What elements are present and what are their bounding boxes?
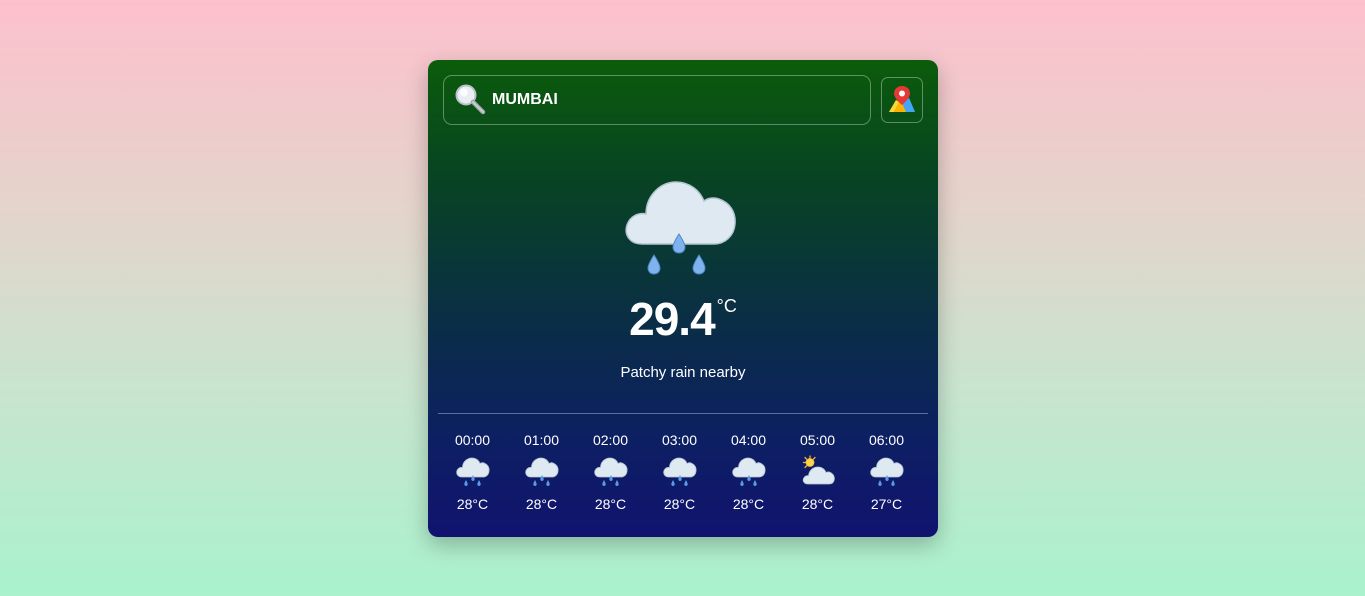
hourly-item: 04:00 28°C <box>714 430 783 514</box>
hour-temp: 28°C <box>801 496 834 512</box>
rain-icon <box>662 457 696 486</box>
hour-time: 04:00 <box>730 432 767 448</box>
hour-temp: 28°C <box>594 496 627 512</box>
current-temperature: 29.4 °C <box>428 292 938 346</box>
hourly-item: 00:00 28°C <box>438 430 507 514</box>
temperature-value: 29.4 <box>629 293 716 345</box>
partly-cloudy-icon <box>802 455 835 485</box>
rain-icon <box>455 457 489 486</box>
rain-icon <box>869 457 903 486</box>
hourly-item: 03:00 28°C <box>645 430 714 514</box>
hour-temp: 28°C <box>525 496 558 512</box>
divider <box>438 413 928 414</box>
hour-temp: 28°C <box>456 496 489 512</box>
hour-time: 05:00 <box>799 432 836 448</box>
search-box[interactable] <box>443 75 871 125</box>
hour-time: 02:00 <box>592 432 629 448</box>
search-icon[interactable] <box>454 83 486 115</box>
map-pin-icon <box>889 86 915 112</box>
hour-time: 03:00 <box>661 432 698 448</box>
hour-temp: 27°C <box>870 496 903 512</box>
patchy-rain-icon <box>625 181 736 275</box>
hourly-forecast: 00:00 28°C 01:00 28°C 02:00 28°C 03:00 2… <box>438 430 928 514</box>
hour-time: 06:00 <box>868 432 905 448</box>
map-button[interactable] <box>881 77 923 123</box>
weather-condition: Patchy rain nearby <box>620 364 746 381</box>
hour-temp: 28°C <box>663 496 696 512</box>
hourly-item: 05:00 28°C <box>783 430 852 514</box>
hourly-item: 06:00 27°C <box>852 430 921 514</box>
rain-icon <box>524 457 558 486</box>
temperature-unit: °C <box>716 296 737 316</box>
hour-time: 00:00 <box>454 432 491 448</box>
weather-card: 29.4°C Patchy rain nearby 00:00 28°C 01:… <box>428 60 938 537</box>
search-input[interactable] <box>492 76 852 124</box>
rain-icon <box>593 457 627 486</box>
hour-time: 01:00 <box>523 432 560 448</box>
hourly-item: 02:00 28°C <box>576 430 645 514</box>
hour-temp: 28°C <box>732 496 765 512</box>
hourly-item: 01:00 28°C <box>507 430 576 514</box>
rain-icon <box>731 457 765 486</box>
